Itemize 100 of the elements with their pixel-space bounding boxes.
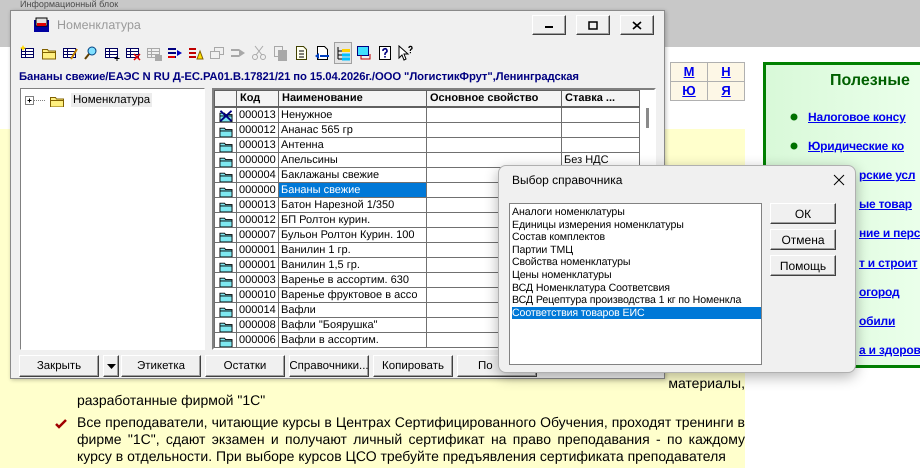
useful-link[interactable]: Юридические ко	[808, 138, 904, 153]
document-arrow-icon	[314, 45, 330, 61]
column-header[interactable]: Наименование	[278, 90, 426, 107]
useful-link[interactable]: огород	[859, 284, 900, 299]
table-cell[interactable]: Батон Нарезной 1/350	[278, 198, 426, 212]
minimize-button[interactable]	[532, 15, 566, 35]
bullet-icon	[790, 142, 798, 150]
window-button[interactable]: Остатки	[205, 355, 285, 377]
dialog-title: Выбор справочника	[512, 173, 624, 187]
windows-icon	[209, 45, 225, 61]
table-cell: 000000	[236, 182, 278, 198]
window-title: Номенклатура	[57, 18, 142, 32]
dialog-button[interactable]: ОК	[770, 203, 836, 224]
useful-link[interactable]: ые товар	[859, 197, 912, 212]
dropdown-button[interactable]	[103, 355, 119, 377]
table-cell[interactable]: Вафли	[278, 302, 426, 318]
list-item[interactable]: Аналоги номенклатуры	[512, 206, 761, 219]
close-icon	[632, 20, 642, 30]
table-cell: 000013	[236, 198, 278, 212]
column-header[interactable]	[214, 90, 236, 107]
table-cell: 000003	[236, 272, 278, 288]
dialog-button[interactable]: Помощь	[770, 255, 836, 276]
caret-icon	[106, 364, 116, 368]
list-item[interactable]: Соответствия товаров ЕИС	[512, 306, 761, 320]
document-icon	[293, 45, 309, 61]
list-item[interactable]: Цены номенклатуры	[512, 268, 761, 282]
dialog-button[interactable]: Отмена	[770, 229, 836, 250]
table-icon	[356, 45, 372, 61]
table-cell[interactable]: Варенье в ассортим. 630	[278, 272, 426, 288]
useful-link[interactable]: рские усл	[859, 168, 916, 182]
window-button[interactable]: Закрыть	[19, 355, 99, 377]
column-header[interactable]: Ставка ...	[562, 90, 640, 107]
table-cell[interactable]: Ванилин 1,5 гр.	[278, 258, 426, 272]
toolbar-button[interactable]	[334, 42, 352, 64]
table-cell[interactable]: Бананы свежие	[278, 182, 426, 198]
table-cell[interactable]: Вафли в ассортим.	[278, 332, 426, 348]
table-cell: 000000	[236, 152, 278, 168]
window-button[interactable]: Справочники...	[289, 355, 369, 377]
text-line: материалы,	[668, 375, 745, 392]
table-cell[interactable]: Апельсины	[278, 152, 426, 168]
table-cell[interactable]: Варенье фруктовое в ассо	[278, 288, 426, 302]
window-button[interactable]: Этикетка	[121, 355, 201, 377]
table-cell[interactable]: Бульон Ролтон Курин. 100	[278, 228, 426, 242]
app-icon	[33, 17, 51, 33]
arrows-icon	[167, 45, 183, 61]
window-button[interactable]: Копировать	[373, 355, 453, 377]
table-cell: 000006	[236, 332, 278, 348]
info-line: Бананы свежие/ЕАЭС N RU Д-ЕС.РА01.В.17821/21 по 15.04.2026г./ООО "ЛогистикФрут",Ленинградская	[19, 71, 580, 83]
list-item[interactable]: Единицы измерения номенклатуры	[512, 218, 761, 232]
list-item[interactable]: ВСД Номенклатура Соответсвия	[512, 282, 761, 294]
useful-link[interactable]: Налоговое консу	[808, 110, 906, 124]
column-header[interactable]: Код	[236, 90, 278, 107]
table-cell: 000001	[236, 242, 278, 258]
list-item[interactable]: Партии ТМЦ	[512, 244, 761, 256]
page-header: Информационный блок	[20, 0, 118, 9]
close-button[interactable]	[833, 174, 845, 186]
table-cell[interactable]: Антенна	[278, 138, 426, 152]
bullet-icon	[790, 112, 798, 121]
table-cell[interactable]: Вафли "Боярушка"	[278, 318, 426, 332]
table-cell: 000004	[236, 168, 278, 182]
table-cell: 000013	[236, 107, 278, 122]
list-item[interactable]: Свойства номенклатуры	[512, 256, 761, 269]
useful-link[interactable]: ние и перс	[859, 226, 920, 240]
table-cell[interactable]: Ананас 565 гр	[278, 122, 426, 138]
help-icon	[377, 45, 393, 61]
useful-link[interactable]: т и строит	[859, 256, 918, 270]
table-cell: 000013	[236, 138, 278, 152]
table-cell[interactable]: Ванилин 1 гр.	[278, 242, 426, 258]
table-cell: 000008	[236, 318, 278, 332]
arrows-triangle-icon	[188, 45, 204, 61]
table-cell[interactable]: Ненужное	[278, 107, 426, 122]
panel-title: Полезные	[830, 72, 911, 90]
grid-pencil-icon	[62, 45, 78, 61]
table-cell: 000012	[236, 122, 278, 138]
text-line: разработанные фирмой "1С"	[77, 392, 266, 409]
useful-link[interactable]: обили	[859, 314, 896, 328]
column-header[interactable]: Основное свойство	[426, 90, 562, 107]
grid-plus-icon	[104, 45, 120, 61]
grid-star-icon	[20, 45, 36, 61]
pages-icon	[272, 45, 288, 61]
table-cell: 000007	[236, 228, 278, 242]
list-item[interactable]: Состав комплектов	[512, 231, 761, 244]
maximize-icon	[588, 20, 598, 30]
table-cell[interactable]: БП Ролтон курин.	[278, 212, 426, 228]
close-icon	[833, 174, 845, 186]
check-icon	[55, 419, 67, 429]
cursor-help-icon	[398, 45, 414, 61]
table-cell: 000012	[236, 212, 278, 228]
useful-link[interactable]: а и здоров	[859, 343, 920, 358]
search-icon	[83, 45, 99, 61]
scissors-icon	[251, 45, 267, 61]
table-cell[interactable]: Баклажаны свежие	[278, 168, 426, 182]
grid-cross-icon	[125, 45, 141, 61]
list-item[interactable]: ВСД Рецептура производства 1 кг по Номенкла	[512, 294, 761, 307]
table-cell: 000014	[236, 302, 278, 318]
grid-icon	[146, 45, 162, 61]
table-cell: 000001	[236, 258, 278, 272]
tree-item[interactable]: Номенклатура	[71, 93, 152, 107]
expand-icon[interactable]	[25, 94, 47, 106]
maximize-button[interactable]	[576, 15, 610, 35]
